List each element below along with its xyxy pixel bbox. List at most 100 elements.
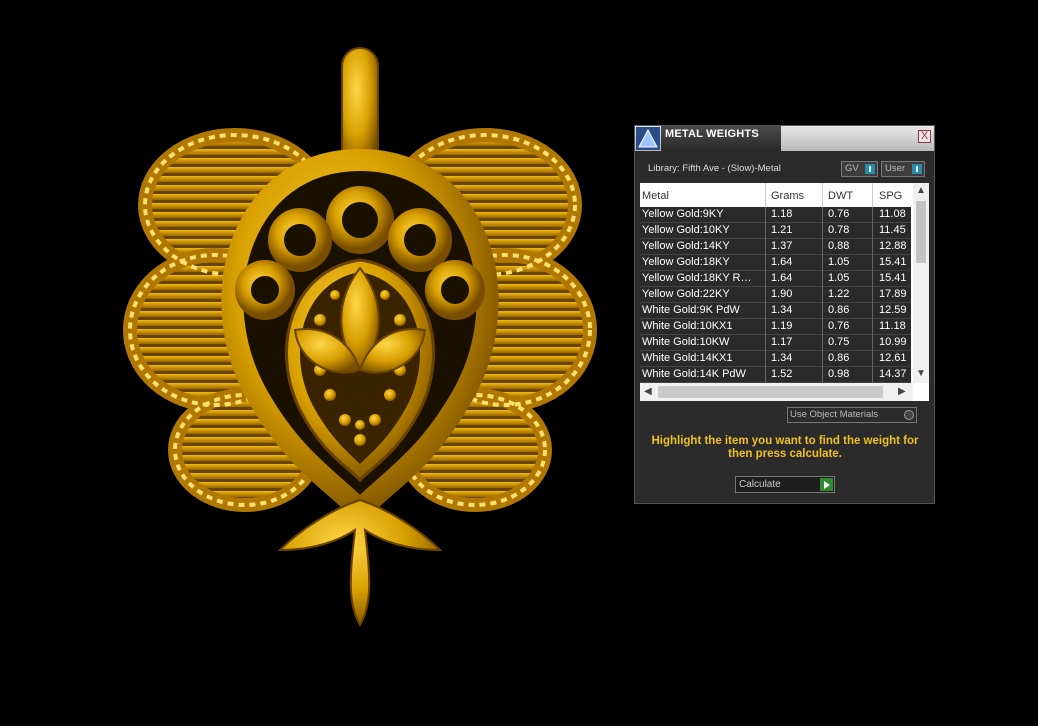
cell-dwt: 1.22 <box>828 288 850 300</box>
scroll-up-icon[interactable]: ▲ <box>916 185 926 196</box>
cell-metal: White Gold:10KX1 <box>642 320 733 332</box>
column-divider <box>872 335 873 351</box>
cell-grams: 1.34 <box>771 304 793 316</box>
cell-spg: 11.45 <box>879 224 906 236</box>
user-toggle[interactable]: User <box>881 161 925 177</box>
play-icon[interactable] <box>820 478 833 491</box>
close-button[interactable]: X <box>918 130 931 143</box>
column-header-dwt[interactable]: DWT <box>828 190 853 202</box>
use-object-materials-toggle[interactable]: Use Object Materials <box>787 407 917 423</box>
gv-toggle[interactable]: GV <box>841 161 878 177</box>
column-divider <box>872 351 873 367</box>
use-object-materials-label: Use Object Materials <box>790 409 879 420</box>
cell-grams: 1.64 <box>771 272 793 284</box>
column-header-metal[interactable]: Metal <box>642 190 669 202</box>
cell-grams: 1.34 <box>771 352 793 364</box>
cell-metal: Yellow Gold:18KY R… <box>642 272 752 284</box>
table-row[interactable]: Yellow Gold:22KY 1.90 1.22 17.89 <box>640 287 911 303</box>
cell-spg: 12.61 <box>879 352 907 364</box>
cell-dwt: 0.86 <box>828 304 850 316</box>
cell-metal: White Gold:10KW <box>642 336 730 348</box>
cell-grams: 1.19 <box>771 320 793 332</box>
cell-dwt: 0.76 <box>828 320 850 332</box>
column-header-grams[interactable]: Grams <box>771 190 804 202</box>
column-divider <box>872 207 873 223</box>
cell-metal: Yellow Gold:22KY <box>642 288 730 300</box>
column-divider <box>872 287 873 303</box>
table-row[interactable]: White Gold:10KW 1.17 0.75 10.99 <box>640 335 911 351</box>
radio-icon[interactable] <box>904 410 914 420</box>
panel-title: METAL WEIGHTS <box>665 128 759 140</box>
cell-spg: 14.37 <box>879 368 907 380</box>
column-divider <box>872 223 873 239</box>
horizontal-scrollbar[interactable]: ◀ ▶ <box>640 383 913 401</box>
column-divider[interactable] <box>872 183 873 207</box>
toggle-indicator-icon <box>865 164 875 174</box>
table-row[interactable]: Yellow Gold:14KY 1.37 0.88 12.88 <box>640 239 911 255</box>
vertical-scroll-thumb[interactable] <box>916 201 926 263</box>
cell-dwt: 0.78 <box>828 224 850 236</box>
panel-titlebar[interactable]: METAL WEIGHTS X <box>635 126 934 151</box>
cell-dwt: 0.76 <box>828 208 850 220</box>
vertical-scrollbar[interactable]: ▲ ▼ <box>913 183 929 383</box>
cell-dwt: 0.88 <box>828 240 850 252</box>
table-row[interactable]: Yellow Gold:18KY R… 1.64 1.05 15.41 <box>640 271 911 287</box>
column-divider <box>872 367 873 383</box>
cell-dwt: 0.98 <box>828 368 850 380</box>
cell-spg: 10.99 <box>879 336 907 348</box>
cell-metal: White Gold:14KX1 <box>642 352 733 364</box>
cell-metal: Yellow Gold:18KY <box>642 256 730 268</box>
app-logo-icon <box>636 127 660 150</box>
scroll-right-icon[interactable]: ▶ <box>898 386 906 397</box>
cell-grams: 1.17 <box>771 336 793 348</box>
column-divider <box>872 303 873 319</box>
cell-grams: 1.90 <box>771 288 793 300</box>
gold-pendant-render <box>123 47 597 627</box>
cell-grams: 1.18 <box>771 208 793 220</box>
column-divider <box>872 239 873 255</box>
cell-grams: 1.37 <box>771 240 793 252</box>
cell-metal: Yellow Gold:10KY <box>642 224 730 236</box>
table-row[interactable]: Yellow Gold:10KY 1.21 0.78 11.45 <box>640 223 911 239</box>
scroll-left-icon[interactable]: ◀ <box>644 386 652 397</box>
table-row[interactable]: Yellow Gold:9KY 1.18 0.76 11.08 <box>640 207 911 223</box>
library-label: Library: Fifth Ave - (Slow)-Metal <box>648 163 781 174</box>
cell-spg: 11.08 <box>879 208 906 220</box>
scroll-down-icon[interactable]: ▼ <box>916 368 926 379</box>
cell-grams: 1.52 <box>771 368 793 380</box>
horizontal-scroll-thumb[interactable] <box>658 386 883 398</box>
column-divider[interactable] <box>822 183 823 207</box>
cell-metal: White Gold:9K PdW <box>642 304 740 316</box>
cell-grams: 1.64 <box>771 256 793 268</box>
cell-spg: 11.18 <box>879 320 906 332</box>
table-row[interactable]: White Gold:14K PdW 1.52 0.98 14.37 <box>640 367 911 383</box>
gv-toggle-label: GV <box>845 163 859 174</box>
cell-metal: Yellow Gold:9KY <box>642 208 724 220</box>
column-header-spg[interactable]: SPG <box>879 190 902 202</box>
calculate-label: Calculate <box>739 479 781 490</box>
column-divider <box>872 319 873 335</box>
column-divider <box>872 271 873 287</box>
calculate-button[interactable]: Calculate <box>735 476 835 493</box>
cell-spg: 15.41 <box>879 272 907 284</box>
cell-spg: 12.88 <box>879 240 907 252</box>
table-row[interactable]: Yellow Gold:18KY 1.64 1.05 15.41 <box>640 255 911 271</box>
cell-metal: Yellow Gold:14KY <box>642 240 730 252</box>
table-row[interactable]: White Gold:14KX1 1.34 0.86 12.61 <box>640 351 911 367</box>
table-body: Yellow Gold:9KY 1.18 0.76 11.08 Yellow Gold:… <box>640 207 911 383</box>
cell-spg: 17.89 <box>879 288 907 300</box>
table-row[interactable]: White Gold:10KX1 1.19 0.76 11.18 <box>640 319 911 335</box>
cell-dwt: 0.86 <box>828 352 850 364</box>
instructions-text: Highlight the item you want to find the … <box>651 435 919 460</box>
metal-weights-panel: METAL WEIGHTS X Library: Fifth Ave - (Sl… <box>634 125 935 504</box>
cell-grams: 1.21 <box>771 224 793 236</box>
cell-dwt: 1.05 <box>828 272 850 284</box>
user-toggle-label: User <box>885 163 906 174</box>
column-divider[interactable] <box>765 183 766 207</box>
cell-dwt: 0.75 <box>828 336 850 348</box>
cell-spg: 12.59 <box>879 304 907 316</box>
cell-dwt: 1.05 <box>828 256 850 268</box>
cell-spg: 15.41 <box>879 256 907 268</box>
toggle-indicator-icon <box>912 164 922 174</box>
table-row[interactable]: White Gold:9K PdW 1.34 0.86 12.59 <box>640 303 911 319</box>
